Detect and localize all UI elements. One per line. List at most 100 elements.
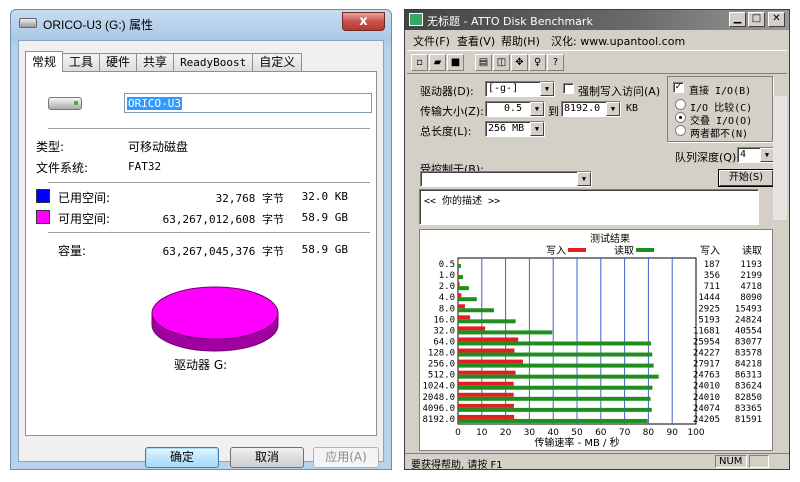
table-read-value: 86313 — [735, 371, 762, 381]
tab-sharing[interactable]: 共享 — [136, 53, 175, 72]
menu-localization-link[interactable]: 汉化: www.upantool.com — [551, 33, 685, 49]
disk-usage-pie-chart — [151, 286, 279, 352]
table-write-value: 24010 — [693, 382, 720, 392]
results-panel: 测试结果 写入 读取 写入 读取 0.5 1.0 2.0 4.0 8.0 16.0 32.0… — [419, 229, 773, 451]
description-textarea[interactable]: << 你的描述 >> — [419, 189, 759, 225]
status-help-text: 要获得帮助, 请按 F1 — [411, 460, 503, 471]
io-overlap-radio[interactable] — [675, 112, 686, 123]
benchmark-chart: 测试结果 写入 读取 写入 读取 0.51.02.04.08.016.032.0… — [422, 232, 762, 449]
bar-write — [458, 326, 486, 331]
open-folder-icon[interactable]: ▰ — [429, 54, 446, 71]
controlled-by-select[interactable]: ▼ — [420, 171, 592, 187]
menubar: 文件(F) 查看(V) 帮助(H) 汉化: www.upantool.com — [405, 30, 789, 48]
menu-help[interactable]: 帮助(H) — [501, 33, 540, 49]
chevron-down-icon: ▼ — [606, 102, 620, 116]
volume-label-input[interactable]: ORICO-U3 — [124, 93, 372, 113]
io-compare-radio[interactable] — [675, 99, 686, 110]
free-space-bytes: 63,267,012,608 字节 — [162, 213, 284, 226]
usb-drive-icon — [48, 97, 82, 110]
free-space-label: 可用空间: — [58, 212, 111, 226]
x-tick-label: 30 — [524, 428, 536, 438]
bar-read — [458, 330, 553, 335]
help-pointer-icon[interactable]: ? — [547, 54, 564, 71]
dialog-body: 常规 工具 硬件 共享 ReadyBoost 自定义 ORICO-U3 类型: … — [18, 40, 384, 468]
tab-customize[interactable]: 自定义 — [252, 53, 303, 72]
save-icon[interactable]: ■ — [447, 54, 464, 71]
bar-write — [458, 337, 519, 342]
menu-view[interactable]: 查看(V) — [457, 33, 495, 49]
tab-tools[interactable]: 工具 — [62, 53, 101, 72]
tab-readyboost[interactable]: ReadyBoost — [173, 53, 254, 72]
menu-file[interactable]: 文件(F) — [413, 33, 450, 49]
y-tick-label: 512.0 — [428, 371, 455, 381]
table-header-read: 读取 — [742, 244, 762, 257]
transfer-to-select[interactable]: 8192.0 ▼ — [561, 101, 621, 117]
start-button[interactable]: 开始(S) — [719, 170, 773, 186]
x-tick-label: 50 — [571, 428, 583, 438]
bar-read — [458, 396, 651, 401]
transfer-from-select[interactable]: 0.5 ▼ — [485, 101, 545, 117]
close-button[interactable]: x — [342, 12, 385, 31]
y-tick-label: 8.0 — [439, 304, 455, 314]
total-length-select[interactable]: 256 MB ▼ — [485, 121, 545, 137]
y-tick-label: 1.0 — [439, 271, 455, 281]
chevron-down-icon: ▼ — [530, 102, 544, 116]
bar-write — [458, 414, 515, 419]
drive-select[interactable]: [-g-] ▼ — [485, 81, 555, 97]
apply-button[interactable]: 应用(A) — [313, 447, 379, 468]
table-read-value: 40554 — [735, 326, 762, 336]
bar-read — [458, 297, 477, 302]
table-read-value: 81591 — [735, 415, 762, 425]
queue-depth-select[interactable]: 4 ▼ — [737, 147, 775, 163]
maximize-button[interactable]: □ — [748, 12, 765, 27]
y-tick-label: 2.0 — [439, 282, 455, 292]
status-bar: 要获得帮助, 请按 F1 NUM — [405, 453, 789, 471]
tab-general[interactable]: 常规 — [25, 51, 64, 72]
bar-write — [458, 293, 462, 298]
ok-button[interactable]: 确定 — [145, 447, 219, 468]
volume-label-text: ORICO-U3 — [127, 97, 182, 110]
table-read-value: 83624 — [735, 382, 762, 392]
x-tick-label: 20 — [500, 428, 512, 438]
x-tick-label: 10 — [476, 428, 488, 438]
bar-write — [458, 260, 459, 264]
print-icon[interactable]: ▤ — [475, 54, 492, 71]
table-write-value: 2925 — [698, 304, 720, 314]
y-tick-label: 4.0 — [439, 293, 455, 303]
properties-titlebar[interactable]: ORICO-U3 (G:) 属性 x — [11, 10, 391, 38]
print-preview-icon[interactable]: ◫ — [493, 54, 510, 71]
table-read-value: 83365 — [735, 404, 762, 414]
bar-read — [458, 363, 654, 368]
general-panel: ORICO-U3 类型: 可移动磁盘 文件系统: FAT32 已用空间: 32,… — [25, 71, 377, 436]
move-icon[interactable]: ✥ — [511, 54, 528, 71]
tab-hardware[interactable]: 硬件 — [99, 53, 138, 72]
minimize-button[interactable]: ▁ — [729, 12, 746, 27]
io-neither-label: 两者都不(N) — [690, 129, 749, 140]
chart-title: 测试结果 — [590, 232, 630, 245]
direct-io-checkbox[interactable]: ✓ — [673, 82, 684, 93]
new-file-icon[interactable]: ▫ — [411, 54, 428, 71]
chevron-down-icon: ▼ — [760, 148, 774, 162]
bar-read — [458, 264, 461, 268]
info-icon[interactable]: ♀ — [529, 54, 546, 71]
chevron-down-icon: ▼ — [540, 82, 554, 96]
io-neither-radio[interactable] — [675, 125, 686, 136]
tab-strip: 常规 工具 硬件 共享 ReadyBoost 自定义 — [25, 51, 303, 72]
bar-read — [458, 275, 463, 280]
atto-titlebar[interactable]: 无标题 - ATTO Disk Benchmark ▁ □ ✕ — [405, 10, 789, 30]
cancel-button[interactable]: 取消 — [230, 447, 304, 468]
force-write-checkbox[interactable] — [563, 83, 574, 94]
y-tick-label: 64.0 — [433, 337, 455, 347]
table-read-value: 24824 — [735, 315, 762, 325]
vertical-scrollbar[interactable] — [773, 96, 787, 220]
table-read-value: 83077 — [735, 337, 762, 347]
table-header-write: 写入 — [700, 245, 720, 257]
bar-read — [458, 286, 469, 291]
bar-read — [458, 407, 652, 412]
table-read-value: 15493 — [735, 304, 762, 314]
drive-caption: 驱动器 G: — [174, 358, 228, 372]
atto-close-button[interactable]: ✕ — [768, 12, 785, 27]
table-read-value: 83578 — [735, 349, 762, 359]
total-length-label: 总长度(L): — [420, 125, 472, 138]
force-write-label: 强制写入访问(A) — [578, 85, 661, 98]
